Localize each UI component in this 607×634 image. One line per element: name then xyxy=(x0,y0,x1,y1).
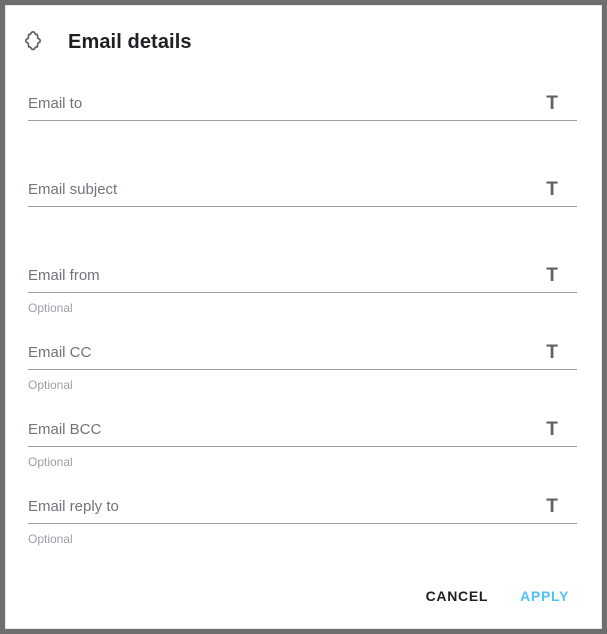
text-type-icon[interactable]: T xyxy=(538,497,566,523)
email-from-label: Email from xyxy=(28,267,100,284)
text-type-icon[interactable]: T xyxy=(538,94,566,120)
text-type-icon[interactable]: T xyxy=(538,420,566,446)
field-email-reply-to: Email reply to T Optional xyxy=(28,481,577,545)
dialog-header: Email details xyxy=(6,6,601,78)
field-email-to: Email to T xyxy=(28,78,577,142)
email-reply-to-label: Email reply to xyxy=(28,498,119,515)
email-subject-input[interactable]: Email subject T xyxy=(28,164,577,207)
email-subject-label: Email subject xyxy=(28,181,118,198)
page-title: Email details xyxy=(68,31,192,53)
email-from-hint: Optional xyxy=(28,301,73,315)
email-cc-input[interactable]: Email CC T xyxy=(28,327,577,370)
email-cc-hint: Optional xyxy=(28,378,73,392)
field-email-bcc: Email BCC T Optional xyxy=(28,404,577,468)
text-type-icon[interactable]: T xyxy=(538,266,566,292)
email-bcc-input[interactable]: Email BCC T xyxy=(28,404,577,447)
fields-container: Email to T Email subject T Email from T … xyxy=(6,78,601,564)
email-details-dialog: Email details Email to T Email subject T… xyxy=(5,5,602,629)
apply-button[interactable]: APPLY xyxy=(510,581,579,611)
puzzle-piece-icon xyxy=(19,28,47,56)
cancel-button[interactable]: CANCEL xyxy=(416,581,499,611)
email-to-label: Email to xyxy=(28,95,83,112)
text-type-icon[interactable]: T xyxy=(538,343,566,369)
email-bcc-hint: Optional xyxy=(28,455,73,469)
field-email-cc: Email CC T Optional xyxy=(28,327,577,391)
text-type-icon[interactable]: T xyxy=(538,180,566,206)
field-email-from: Email from T Optional xyxy=(28,250,577,314)
dialog-footer: CANCEL APPLY xyxy=(6,564,601,628)
field-email-subject: Email subject T xyxy=(28,164,577,228)
email-bcc-label: Email BCC xyxy=(28,421,102,438)
email-reply-to-hint: Optional xyxy=(28,532,73,546)
email-from-input[interactable]: Email from T xyxy=(28,250,577,293)
email-reply-to-input[interactable]: Email reply to T xyxy=(28,481,577,524)
email-cc-label: Email CC xyxy=(28,344,92,361)
email-to-input[interactable]: Email to T xyxy=(28,78,577,121)
